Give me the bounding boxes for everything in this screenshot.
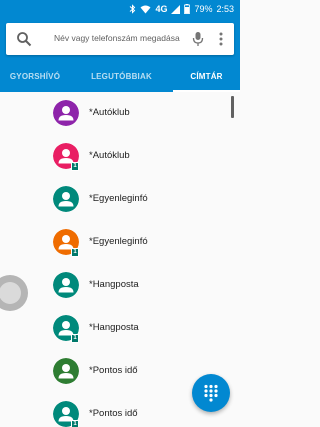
signal-icon [171, 4, 181, 14]
bluetooth-icon [129, 4, 136, 14]
tab-contacts[interactable]: CÍMTÁR [173, 60, 240, 92]
tab-recents-label: LEGUTÓBBIAK [91, 71, 152, 81]
contact-name: *Autóklub [89, 107, 130, 118]
sim-badge-icon: 1 [71, 334, 79, 343]
sim-badge-icon: 1 [71, 248, 79, 257]
tab-contacts-label: CÍMTÁR [190, 71, 223, 81]
battery-icon [184, 4, 191, 14]
wifi-icon [140, 5, 151, 14]
search-bar[interactable]: Név vagy telefonszám megadása [6, 23, 234, 55]
contact-row[interactable]: *Egyenleginfó [0, 178, 240, 221]
contact-row[interactable]: *Hangposta [0, 264, 240, 307]
network-type-label: 4G [155, 4, 168, 14]
battery-percent: 79% [194, 4, 213, 14]
contact-name: *Pontos idő [89, 365, 138, 376]
sim-badge-icon: 1 [71, 420, 79, 427]
contact-row[interactable]: *Autóklub [0, 92, 240, 135]
contact-name: *Autóklub [89, 150, 130, 161]
dialpad-button[interactable] [192, 374, 230, 412]
contact-avatar-icon[interactable] [53, 186, 79, 212]
contact-row[interactable]: 1 *Hangposta [0, 307, 240, 350]
assistive-touch-inner [0, 282, 21, 304]
contact-avatar-icon[interactable] [53, 100, 79, 126]
contact-row[interactable]: 1 *Egyenleginfó [0, 221, 240, 264]
clock: 2:53 [216, 4, 234, 14]
contact-name: *Hangposta [89, 279, 139, 290]
tab-speed-dial-label: GYORSHÍVÓ [9, 71, 61, 81]
dialpad-icon [204, 384, 218, 402]
contact-name: *Hangposta [89, 322, 139, 333]
search-input[interactable]: Név vagy telefonszám megadása [54, 33, 180, 43]
mic-icon[interactable] [192, 31, 204, 52]
sim-badge-icon: 1 [71, 162, 79, 171]
search-icon [16, 31, 32, 52]
contact-avatar-icon[interactable] [53, 358, 79, 384]
scrollbar[interactable] [231, 96, 234, 118]
contact-name: *Egyenleginfó [89, 236, 148, 247]
status-bar: 4G 79% 2:53 [0, 0, 240, 18]
tab-bar: GYORSHÍVÓ LEGUTÓBBIAK CÍMTÁR [0, 60, 240, 92]
contact-name: *Pontos idő [89, 408, 138, 419]
contact-avatar-icon[interactable] [53, 272, 79, 298]
contact-name: *Egyenleginfó [89, 193, 148, 204]
app-bar: Név vagy telefonszám megadása GYORSHÍVÓ … [0, 18, 240, 92]
tab-speed-dial[interactable]: GYORSHÍVÓ [0, 60, 70, 92]
contact-row[interactable]: 1 *Autóklub [0, 135, 240, 178]
tab-recents[interactable]: LEGUTÓBBIAK [70, 60, 173, 92]
contacts-screen: 4G 79% 2:53 Név vagy telefonszám megadás… [0, 0, 240, 427]
more-vertical-icon[interactable] [218, 31, 224, 52]
